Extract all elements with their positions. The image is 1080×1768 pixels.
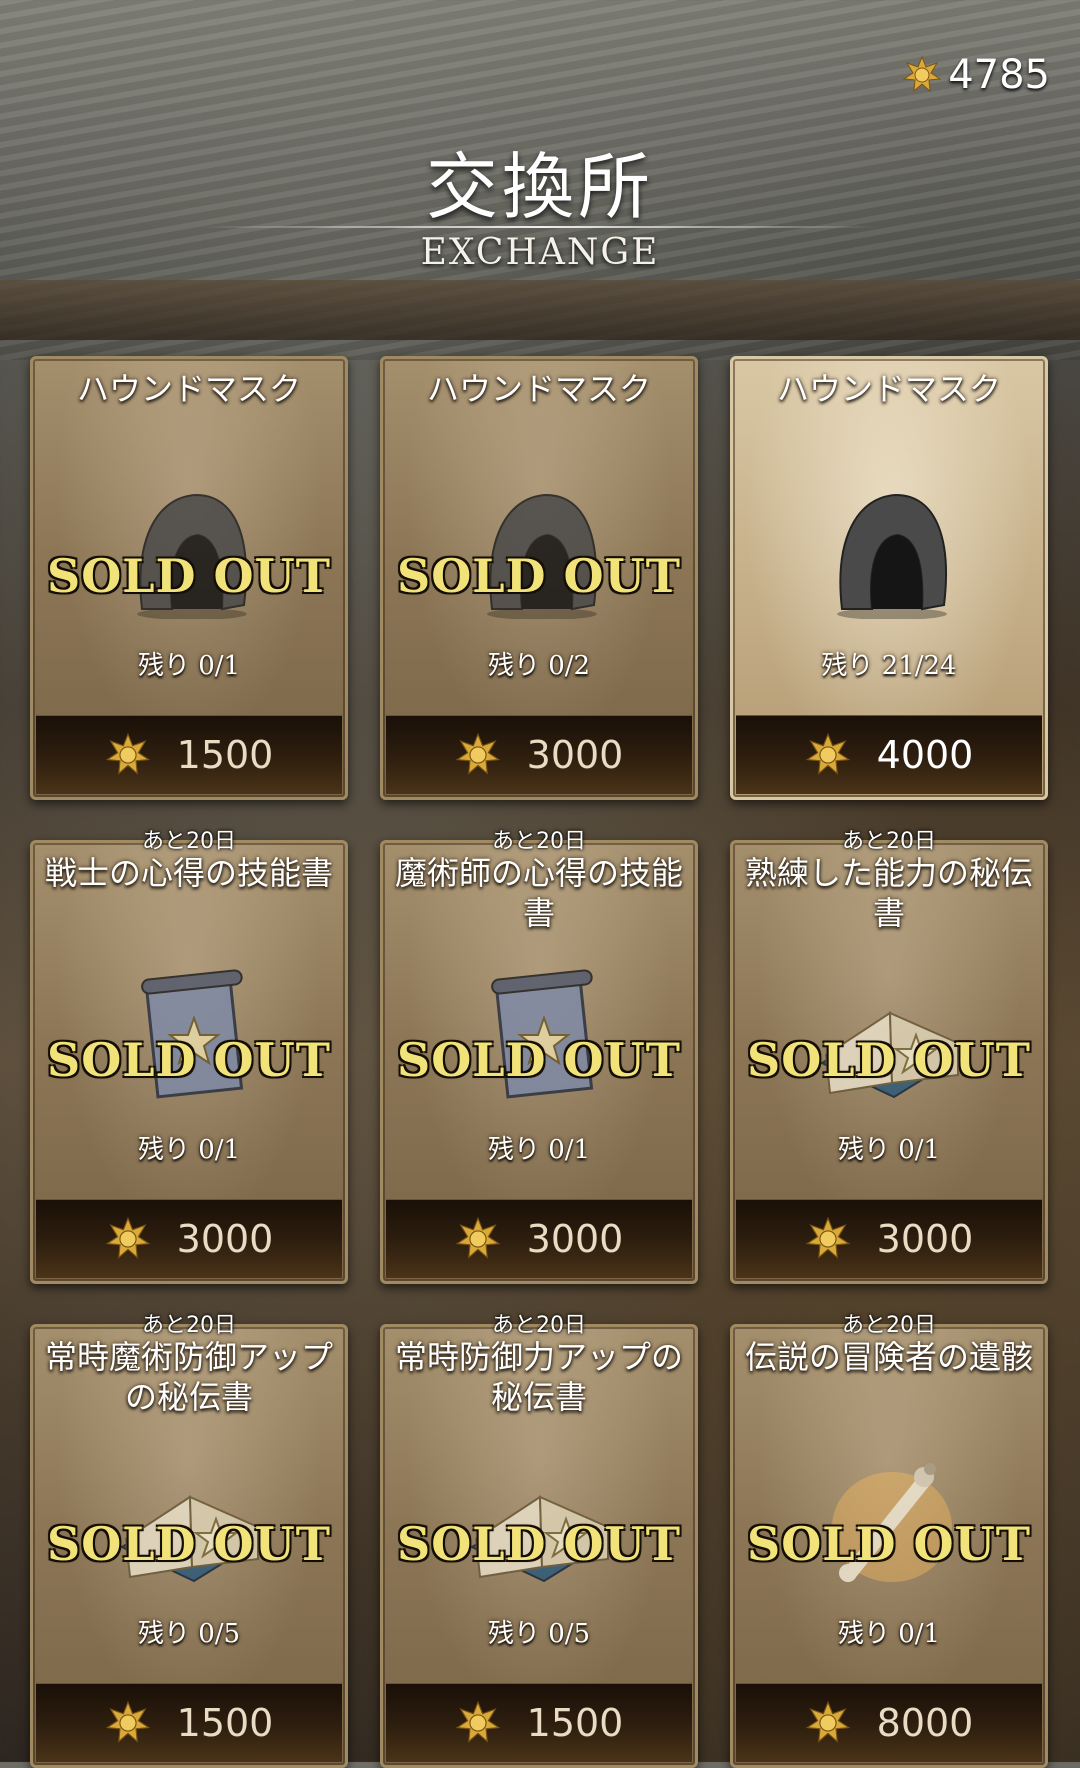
item-price: 3000 <box>526 733 624 777</box>
exchange-item-card[interactable]: あと20日 常時魔術防御アップの秘伝書 SOLD OUT 残り 0/5 1500 <box>30 1313 348 1768</box>
deadline-label: あと20日 <box>842 829 936 854</box>
currency-amount: 4785 <box>948 52 1050 98</box>
exchange-item-card[interactable]: あと20日 魔術師の心得の技能書 SOLD OUT 残り 0/1 3000 <box>380 829 698 1284</box>
gold-medal-icon <box>902 55 942 95</box>
sold-out-label: SOLD OUT <box>47 1517 331 1571</box>
sold-out-label: SOLD OUT <box>747 1517 1031 1571</box>
price-bar: 3000 <box>386 715 692 794</box>
gold-medal-icon <box>805 1700 851 1746</box>
deadline-label: あと20日 <box>492 829 586 854</box>
item-price: 3000 <box>176 1217 274 1261</box>
sold-out-label: SOLD OUT <box>747 1033 1031 1087</box>
exchange-item-card[interactable]: あと20日 常時防御力アップの秘伝書 SOLD OUT 残り 0/5 1500 <box>380 1313 698 1768</box>
item-name: 熟練した能力の秘伝書 <box>744 854 1033 932</box>
background-beam <box>0 280 1080 340</box>
item-price: 3000 <box>876 1217 974 1261</box>
remaining-stock: 残り 21/24 <box>821 651 957 681</box>
remaining-stock: 残り 0/1 <box>137 651 241 681</box>
remaining-stock: 残り 0/1 <box>487 1135 591 1165</box>
item-price: 3000 <box>526 1217 624 1261</box>
item-price: 4000 <box>876 733 974 777</box>
item-name: ハウンドマスク <box>776 370 1001 408</box>
exchange-item-card[interactable]: ハウンドマスク SOLD OUT 残り 0/2 3000 <box>380 356 698 800</box>
price-bar: 8000 <box>736 1683 1042 1762</box>
remaining-stock: 残り 0/2 <box>487 651 591 681</box>
gold-medal-icon <box>455 1700 501 1746</box>
gold-medal-icon <box>805 732 851 778</box>
item-price: 1500 <box>526 1701 624 1745</box>
deadline-label: あと20日 <box>842 1313 936 1338</box>
remaining-stock: 残り 0/5 <box>487 1619 591 1649</box>
hood-mask-icon <box>812 479 972 619</box>
currency-display: 4785 <box>902 52 1050 98</box>
gold-medal-icon <box>455 732 501 778</box>
sold-out-label: SOLD OUT <box>397 1517 681 1571</box>
item-price: 8000 <box>876 1701 974 1745</box>
item-name: 常時魔術防御アップの秘伝書 <box>44 1338 333 1416</box>
deadline-label: あと20日 <box>142 829 236 854</box>
sold-out-label: SOLD OUT <box>47 549 331 603</box>
page-subtitle: EXCHANGE <box>420 232 660 273</box>
exchange-item-card[interactable]: あと20日 伝説の冒険者の遺骸 SOLD OUT 残り 0/1 8000 <box>730 1313 1048 1768</box>
price-bar: 3000 <box>386 1199 692 1278</box>
exchange-item-card[interactable]: ハウンドマスク 残り 21/24 4000 <box>730 356 1048 800</box>
price-bar: 3000 <box>736 1199 1042 1278</box>
item-price: 1500 <box>176 733 274 777</box>
title-divider <box>200 226 880 228</box>
item-name: ハウンドマスク <box>426 370 651 408</box>
item-name: 戦士の心得の技能書 <box>44 854 333 892</box>
item-name: 常時防御力アップの秘伝書 <box>394 1338 683 1416</box>
page-title: 交換所 <box>425 145 654 229</box>
item-name: ハウンドマスク <box>76 370 301 408</box>
gold-medal-icon <box>105 732 151 778</box>
remaining-stock: 残り 0/5 <box>137 1619 241 1649</box>
gold-medal-icon <box>105 1216 151 1262</box>
sold-out-label: SOLD OUT <box>47 1033 331 1087</box>
sold-out-label: SOLD OUT <box>397 549 681 603</box>
price-bar: 4000 <box>736 715 1042 794</box>
exchange-item-card[interactable]: ハウンドマスク SOLD OUT 残り 0/1 1500 <box>30 356 348 800</box>
item-name: 伝説の冒険者の遺骸 <box>744 1338 1033 1376</box>
price-bar: 1500 <box>36 1683 342 1762</box>
item-name: 魔術師の心得の技能書 <box>394 854 683 932</box>
remaining-stock: 残り 0/1 <box>137 1135 241 1165</box>
gold-medal-icon <box>805 1216 851 1262</box>
exchange-item-grid: ハウンドマスク SOLD OUT 残り 0/1 1500 ハウンドマスク SOL… <box>30 356 1050 1768</box>
gold-medal-icon <box>455 1216 501 1262</box>
exchange-item-card[interactable]: あと20日 熟練した能力の秘伝書 SOLD OUT 残り 0/1 3000 <box>730 829 1048 1284</box>
price-bar: 1500 <box>386 1683 692 1762</box>
sold-out-label: SOLD OUT <box>397 1033 681 1087</box>
gold-medal-icon <box>105 1700 151 1746</box>
exchange-item-card[interactable]: あと20日 戦士の心得の技能書 SOLD OUT 残り 0/1 3000 <box>30 829 348 1284</box>
price-bar: 3000 <box>36 1199 342 1278</box>
remaining-stock: 残り 0/1 <box>837 1135 941 1165</box>
remaining-stock: 残り 0/1 <box>837 1619 941 1649</box>
price-bar: 1500 <box>36 715 342 794</box>
item-price: 1500 <box>176 1701 274 1745</box>
deadline-label: あと20日 <box>142 1313 236 1338</box>
deadline-label: あと20日 <box>492 1313 586 1338</box>
